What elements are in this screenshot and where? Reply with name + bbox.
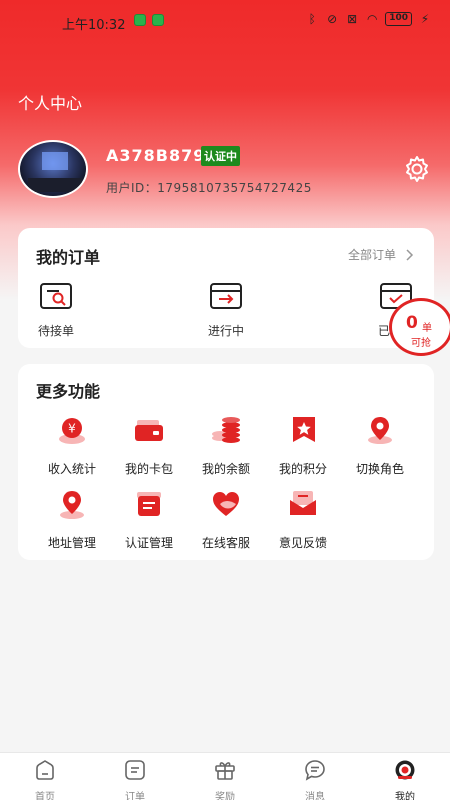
my-orders-title: 我的订单 xyxy=(36,248,101,267)
all-orders-link[interactable]: 全部订单 xyxy=(348,246,414,263)
more-functions-title: 更多功能 xyxy=(36,382,101,401)
function-label: 我的余额 xyxy=(201,462,250,476)
feedback-mail-icon xyxy=(290,491,316,515)
order-status-in-progress[interactable]: 进行中 xyxy=(191,282,261,339)
message-icon xyxy=(305,760,325,781)
tab-label: 订单 xyxy=(125,792,145,800)
page-title: 个人中心 xyxy=(18,94,83,113)
star-flag-icon xyxy=(293,417,315,442)
chevron-right-icon xyxy=(406,248,414,261)
grab-label: 可抢 xyxy=(411,338,431,349)
address-pin-icon xyxy=(60,491,84,519)
status-time: 上午10:32 xyxy=(62,18,126,33)
tab-label: 首页 xyxy=(35,792,55,800)
order-status-label: 待接单 xyxy=(37,324,74,338)
gift-icon xyxy=(215,762,235,780)
wallet-card-icon xyxy=(135,420,163,441)
function-online-support[interactable]: 在线客服 xyxy=(190,488,262,551)
function-label: 收入统计 xyxy=(47,462,96,476)
sim-off-icon: ⊠ xyxy=(347,12,358,26)
function-label: 切换角色 xyxy=(355,462,404,476)
tab-orders[interactable]: 订单 xyxy=(110,759,160,800)
bottom-tab-bar: 首页 订单 奖励 消息 我的 xyxy=(0,752,450,800)
certificate-icon xyxy=(137,492,161,516)
function-card-wallet[interactable]: 我的卡包 xyxy=(113,414,185,477)
gear-icon xyxy=(406,156,428,182)
function-label: 意见反馈 xyxy=(278,536,327,550)
function-label: 认证管理 xyxy=(124,536,173,550)
order-status-label: 进行中 xyxy=(207,324,244,338)
avatar[interactable] xyxy=(18,140,88,198)
grab-orders-badge[interactable]: 0 单 可抢 xyxy=(389,298,450,356)
order-status-pending[interactable]: 待接单 xyxy=(21,282,91,339)
settings-button[interactable] xyxy=(402,154,432,184)
certification-status-badge: 认证中 xyxy=(201,146,240,166)
app-notification-icon xyxy=(152,14,164,26)
tab-messages[interactable]: 消息 xyxy=(290,759,340,800)
income-coin-icon: ¥ xyxy=(59,418,85,444)
function-feedback[interactable]: 意见反馈 xyxy=(267,488,339,551)
all-orders-label: 全部订单 xyxy=(347,248,396,262)
function-label: 我的卡包 xyxy=(124,462,173,476)
profile-icon xyxy=(395,760,415,780)
more-functions-card: 更多功能 ¥ 收入统计 我的卡包 我的余额 我的积分 切换角色 地址管理 认证管… xyxy=(18,364,434,560)
avatar-image-detail xyxy=(42,152,68,170)
app-notification-icon xyxy=(134,14,146,26)
function-switch-role[interactable]: 切换角色 xyxy=(344,414,416,477)
grab-unit: 单 xyxy=(422,323,432,334)
bluetooth-icon: ᛒ xyxy=(308,12,316,26)
username: A378B879 xyxy=(106,146,206,165)
tab-label: 我的 xyxy=(395,792,415,800)
svg-text:¥: ¥ xyxy=(68,422,76,436)
tab-rewards[interactable]: 奖励 xyxy=(200,759,250,800)
function-label: 在线客服 xyxy=(201,536,250,550)
user-id: 用户ID：1795810735754727425 xyxy=(106,181,312,195)
order-list-icon xyxy=(125,760,145,780)
function-label: 地址管理 xyxy=(47,536,96,550)
status-icons: ᛒ ⊘ ⊠ ◠ 100 ⚡ xyxy=(305,12,432,26)
tab-label: 奖励 xyxy=(215,792,235,800)
tab-home[interactable]: 首页 xyxy=(20,759,70,800)
wifi-icon: ◠ xyxy=(366,12,378,26)
home-icon xyxy=(36,760,54,780)
status-bar: 上午10:32 ᛒ ⊘ ⊠ ◠ 100 ⚡ xyxy=(0,0,450,42)
function-address-management[interactable]: 地址管理 xyxy=(36,488,108,551)
location-pin-icon xyxy=(368,417,392,444)
avatar-image-detail xyxy=(28,178,82,192)
coin-stack-icon xyxy=(212,417,240,443)
heart-chat-icon xyxy=(213,492,239,516)
function-points[interactable]: 我的积分 xyxy=(267,414,339,477)
function-income-stats[interactable]: ¥ 收入统计 xyxy=(36,414,108,477)
search-document-icon xyxy=(40,283,72,309)
function-certification-management[interactable]: 认证管理 xyxy=(113,488,185,551)
charging-icon: ⚡ xyxy=(420,12,430,26)
grab-count: 0 xyxy=(406,313,418,333)
function-balance[interactable]: 我的余额 xyxy=(190,414,262,477)
battery-icon: 100 xyxy=(385,12,412,26)
mute-icon: ⊘ xyxy=(327,12,338,26)
tab-mine[interactable]: 我的 xyxy=(380,759,430,800)
inbox-arrow-icon xyxy=(210,283,242,309)
function-label: 我的积分 xyxy=(278,462,327,476)
my-orders-card: 我的订单 全部订单 待接单 进行中 已完成 xyxy=(18,228,434,348)
tab-label: 消息 xyxy=(305,792,325,800)
